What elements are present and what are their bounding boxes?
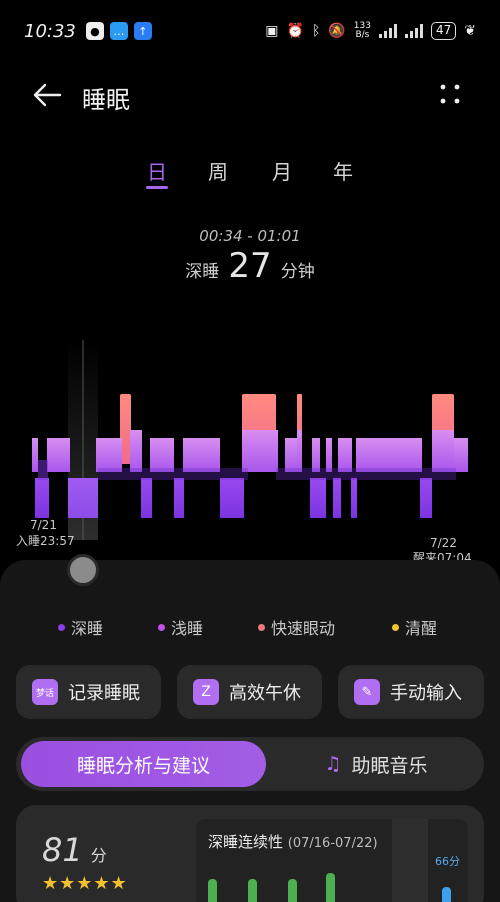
net-speed: 133 B/s [354,22,371,40]
legend-dot-light [158,623,165,631]
music-note-icon: ♫ [324,753,342,775]
deep-block [220,478,244,518]
deep-block [351,478,357,518]
tab-sleep-analysis[interactable]: 睡眠分析与建议 [21,741,266,787]
alarm-icon: ⏰ [286,23,304,39]
manual-input-label: 手动输入 [390,683,462,704]
legend-deep: 深睡 [58,615,103,639]
deep-block [333,478,341,518]
legend-awake: 清醒 [392,615,437,639]
light-block [297,430,302,472]
deep-block [310,478,326,518]
legend-rem: 快速眼动 [258,615,335,639]
light-block [356,438,422,472]
legend-label: 深睡 [71,619,104,638]
manual-input-button[interactable]: ✎ 手动输入 [338,665,484,719]
period-tabs: 日 周 月 年 [0,150,500,190]
efficient-nap-button[interactable]: Z 高效午休 [177,665,322,719]
deep-sleep-continuity-chart: 深睡连续性 (07/16-07/22) 66分 [196,819,468,902]
sleep-score-card[interactable]: 81 分 ★★★★★ 深睡连续性 (07/16-07/22) 66分 [16,805,484,902]
status-time: 10:33 [24,20,76,42]
legend-dot-rem [258,623,265,631]
legend-label: 快速眼动 [271,619,336,638]
mini-bars [208,819,451,902]
battery-icon: 47 [430,22,457,40]
more-options-icon[interactable] [438,82,462,106]
light-block [285,438,297,472]
light-block [312,438,320,472]
stage-label: 深睡 [185,262,220,282]
back-arrow-icon[interactable] [32,82,62,108]
header: 睡眠 [0,70,500,120]
message-icon: … [109,22,128,40]
start-label: 入睡23:57 [16,534,75,548]
tab-month[interactable]: 月 [272,156,292,185]
end-date: 7/22 [430,536,457,550]
sleep-legend: 深睡 浅睡 快速眼动 清醒 [0,615,500,639]
star-rating: ★★★★★ [42,873,128,894]
selected-deep-block [68,478,98,518]
legend-dot-deep [58,623,65,631]
legend-label: 浅睡 [171,619,204,638]
sleep-score: 81 分 [42,831,107,869]
deep-block [141,478,152,518]
stage-duration-unit: 分钟 [280,262,315,282]
nap-zz-icon: Z [193,679,219,705]
efficient-nap-label: 高效午休 [229,683,301,704]
signal-icon-2 [404,24,423,38]
leaf-icon: ❦ [464,23,476,39]
tab-day-underline [146,186,168,189]
timeline-scrubber-handle[interactable] [67,554,99,586]
bluetooth-icon: ᛒ [311,23,321,39]
sleep-score-value: 81 [42,831,83,869]
status-bar: 10:33 ● … ↑ ▣ ⏰ ᛒ 🔕 133 B/s 47 ❦ [0,0,500,62]
page-title: 睡眠 [82,86,130,114]
stage-readout: 深睡 27 分钟 [0,246,500,286]
tab-week[interactable]: 周 [208,156,228,185]
light-block [454,438,468,472]
legend-dot-awake [392,623,399,631]
dream-notebook-icon: 梦话 [32,679,58,705]
analysis-music-toggle: 睡眠分析与建议 ♫ 助眠音乐 [16,737,484,791]
nfc-icon: ▣ [265,23,279,39]
stage-duration: 27 [228,246,272,286]
legend-label: 清醒 [405,619,438,638]
app-icon: ↑ [133,22,152,40]
record-sleep-button[interactable]: 梦话 记录睡眠 [16,665,161,719]
light-block [150,438,174,472]
mini-chart-percent: 66分 [435,855,460,868]
light-block [242,430,278,472]
record-sleep-label: 记录睡眠 [68,683,140,704]
tab-year[interactable]: 年 [333,156,353,185]
light-block [326,438,332,472]
battery-level: 47 [435,23,452,37]
selected-time-range: 00:34 - 01:01 [199,227,301,245]
start-date: 7/21 [30,518,57,532]
deep-block [35,478,49,518]
tab-day[interactable]: 日 [147,156,167,185]
net-speed-unit: B/s [355,30,370,40]
sleep-music-label: 助眠音乐 [351,754,428,777]
edit-note-icon: ✎ [354,679,380,705]
sleep-score-unit: 分 [90,846,107,865]
signal-icon [378,24,397,38]
light-block [96,438,122,472]
qq-icon: ● [85,22,104,40]
deep-block [420,478,432,518]
sleep-hypnogram[interactable] [0,330,500,540]
light-block [432,430,454,472]
mute-icon: 🔕 [328,23,346,39]
light-block [338,438,352,472]
light-block [183,438,220,472]
tab-sleep-music[interactable]: ♫ 助眠音乐 [276,741,476,787]
legend-light: 浅睡 [158,615,203,639]
light-block [130,430,142,472]
deep-block [174,478,184,518]
light-block [32,438,38,472]
light-block [47,438,70,472]
